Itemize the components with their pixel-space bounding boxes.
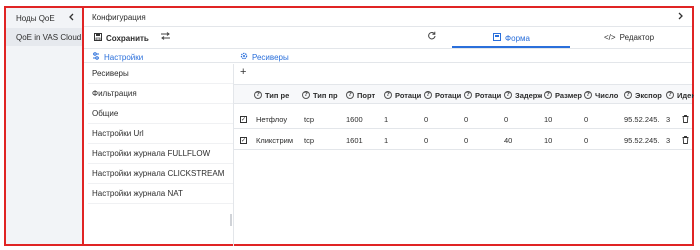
sidebar-item-qoe-in-vas-cloud[interactable]: QoE in VAS Cloud bbox=[6, 28, 82, 46]
help-icon: ? bbox=[666, 91, 674, 99]
save-button[interactable]: Сохранить bbox=[94, 33, 149, 43]
tab-form[interactable]: Форма bbox=[454, 33, 569, 43]
receivers-heading: Ресиверы bbox=[240, 52, 289, 62]
trash-icon[interactable] bbox=[682, 109, 692, 129]
table-cell: 1600 bbox=[346, 114, 363, 124]
column-header[interactable]: ? Ротаци bbox=[464, 85, 502, 105]
column-header[interactable]: ? Порт bbox=[346, 85, 382, 105]
refresh-icon[interactable] bbox=[427, 31, 436, 43]
table-row[interactable]: ✓ Нетфлоу tcp 1600 1 0 0 0 10 0 95.52.24… bbox=[234, 109, 692, 129]
help-icon: ? bbox=[464, 91, 472, 99]
divider bbox=[84, 62, 692, 63]
chevron-left-icon[interactable] bbox=[68, 13, 74, 23]
table-cell: 0 bbox=[504, 114, 509, 124]
settings-item-receivers[interactable]: Ресиверы bbox=[88, 64, 233, 84]
chevron-right-icon[interactable] bbox=[678, 12, 684, 22]
help-icon: ? bbox=[504, 91, 512, 99]
column-header[interactable]: ? Ротаци bbox=[384, 85, 422, 105]
settings-item-filtering[interactable]: Фильтрация bbox=[88, 84, 233, 104]
form-icon bbox=[493, 33, 502, 43]
settings-item-url[interactable]: Настройки Url bbox=[88, 124, 233, 144]
table-cell: 10 bbox=[544, 114, 553, 124]
settings-item-label: Настройки журнала CLICKSTREAM bbox=[92, 169, 225, 178]
table-cell: 95.52.245. bbox=[624, 135, 660, 145]
column-header[interactable]: ? Тип ре bbox=[254, 85, 300, 105]
settings-item-label: Настройки журнала NAT bbox=[92, 189, 183, 198]
help-icon: ? bbox=[544, 91, 552, 99]
table-cell: 1 bbox=[384, 114, 389, 124]
settings-item-label: Настройки Url bbox=[92, 129, 144, 138]
receivers-title: Ресиверы bbox=[252, 52, 289, 62]
table-cell: 0 bbox=[584, 135, 589, 145]
row-checkbox[interactable]: ✓ bbox=[240, 130, 252, 150]
page-title: Конфигурация bbox=[92, 13, 146, 22]
settings-icon bbox=[92, 52, 100, 62]
tab-form-label: Форма bbox=[505, 33, 530, 43]
table-cell: 10 bbox=[544, 135, 553, 145]
row-checkbox[interactable]: ✓ bbox=[240, 109, 252, 129]
sidebar-header: Ноды QoE bbox=[6, 8, 82, 28]
history-icon[interactable] bbox=[160, 32, 171, 42]
settings-item-label: Настройки журнала FULLFLOW bbox=[92, 149, 211, 158]
column-header[interactable]: ? Задерж bbox=[504, 85, 542, 105]
help-icon: ? bbox=[346, 91, 354, 99]
tab-editor[interactable]: </> Редактор bbox=[604, 33, 654, 42]
column-header[interactable]: ? Размер bbox=[544, 85, 582, 105]
table-cell: 1601 bbox=[346, 135, 363, 145]
divider bbox=[84, 26, 692, 27]
help-icon: ? bbox=[384, 91, 392, 99]
table-cell: 95.52.245. bbox=[624, 114, 660, 124]
table-cell: 0 bbox=[424, 135, 429, 145]
sidebar-item-label: QoE in VAS Cloud bbox=[16, 32, 82, 42]
column-header[interactable]: ? Экспор bbox=[624, 85, 664, 105]
scrollbar[interactable] bbox=[230, 214, 232, 226]
table-cell: tcp bbox=[304, 114, 315, 124]
settings-item-label: Фильтрация bbox=[92, 89, 137, 98]
table-header: ? Тип ре ? Тип пр ? Порт ? Ротаци ? Ротаци ? Р… bbox=[234, 84, 694, 105]
gear-icon bbox=[240, 52, 248, 62]
settings-item-clickstream[interactable]: Настройки журнала CLICKSTREAM bbox=[88, 164, 233, 184]
settings-title: Настройки bbox=[104, 52, 144, 62]
table-cell: 40 bbox=[504, 135, 513, 145]
configuration-panel: Конфигурация Сохранить Форма </> Редакто… bbox=[82, 6, 694, 246]
help-icon: ? bbox=[584, 91, 592, 99]
sidebar-title: Ноды QoE bbox=[16, 13, 55, 23]
code-icon: </> bbox=[604, 33, 616, 42]
column-header[interactable]: ?Идент bbox=[666, 85, 694, 105]
column-header[interactable]: ? Тип пр bbox=[302, 85, 344, 105]
save-icon bbox=[94, 33, 102, 43]
settings-item-label: Общие bbox=[92, 109, 119, 118]
help-icon: ? bbox=[624, 91, 632, 99]
trash-icon[interactable] bbox=[682, 130, 692, 150]
settings-heading: Настройки bbox=[92, 52, 143, 62]
table-cell: Кликстрим bbox=[256, 135, 294, 145]
settings-menu: Ресиверы Фильтрация Общие Настройки Url … bbox=[88, 64, 234, 246]
checkbox-checked-icon: ✓ bbox=[240, 136, 247, 144]
help-icon: ? bbox=[302, 91, 310, 99]
add-receiver-button[interactable]: + bbox=[240, 66, 246, 78]
settings-item-label: Ресиверы bbox=[92, 69, 129, 78]
checkbox-checked-icon: ✓ bbox=[240, 115, 247, 123]
table-cell: Нетфлоу bbox=[256, 114, 288, 124]
divider bbox=[84, 48, 692, 49]
help-icon: ? bbox=[254, 91, 262, 99]
settings-item-nat[interactable]: Настройки журнала NAT bbox=[88, 184, 233, 204]
table-cell: 1 bbox=[384, 135, 389, 145]
table-cell: 0 bbox=[464, 135, 469, 145]
save-label: Сохранить bbox=[106, 33, 149, 43]
settings-item-general[interactable]: Общие bbox=[88, 104, 233, 124]
receivers-table: ? Тип ре ? Тип пр ? Порт ? Ротаци ? Ротаци ? Р… bbox=[234, 84, 694, 150]
table-cell: 0 bbox=[424, 114, 429, 124]
help-icon: ? bbox=[424, 91, 432, 99]
table-cell: 0 bbox=[464, 114, 469, 124]
tab-editor-label: Редактор bbox=[619, 33, 655, 42]
table-cell: 0 bbox=[584, 114, 589, 124]
table-cell: tcp bbox=[304, 135, 315, 145]
nodes-sidebar: Ноды QoE QoE in VAS Cloud bbox=[4, 6, 84, 246]
table-row[interactable]: ✓ Кликстрим tcp 1601 1 0 0 40 10 0 95.52… bbox=[234, 130, 692, 150]
column-header[interactable]: ? Ротаци bbox=[424, 85, 462, 105]
settings-item-fullflow[interactable]: Настройки журнала FULLFLOW bbox=[88, 144, 233, 164]
column-header[interactable]: ? Число bbox=[584, 85, 622, 105]
